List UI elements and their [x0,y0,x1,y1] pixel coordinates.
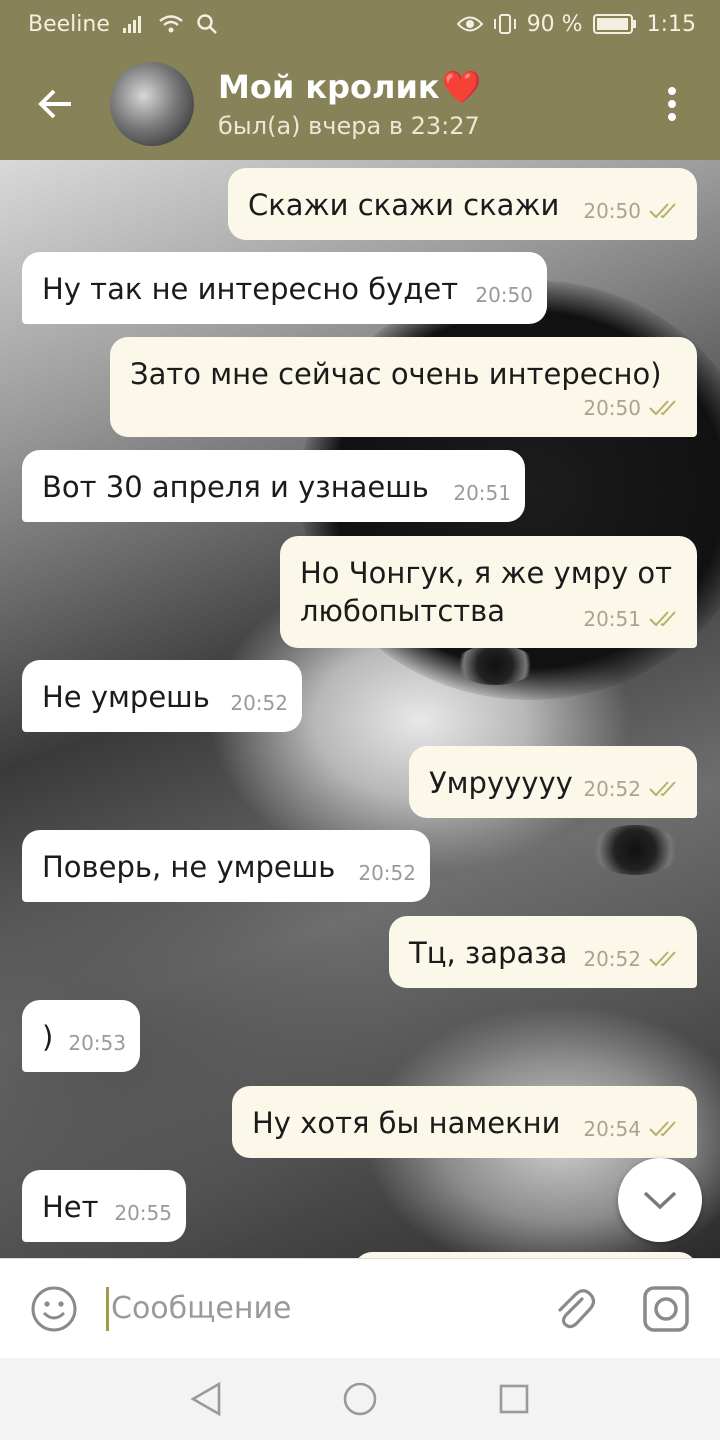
signal-icon [122,14,146,34]
carrier-label: Beeline [28,11,110,37]
paperclip-icon [558,1288,596,1328]
message-time: 20:52 [583,947,641,971]
nav-back-button[interactable] [184,1377,228,1421]
message-text: Зато мне сейчас очень интересно) [130,357,662,391]
message-text: Вот 30 апреля и узнаешь [42,470,429,504]
message-text: Ну так не интересно будет [42,272,459,306]
double-check-icon [649,1120,683,1138]
battery-icon [592,13,637,35]
battery-percent: 90 % [526,11,583,37]
eye-icon [456,15,483,33]
last-seen-status: был(а) вчера в 23:27 [218,112,480,140]
message-text-line: любопытства [300,594,506,628]
message-outgoing[interactable]: Зато мне сейчас очень интересно) 20:50 [110,337,697,437]
wallpaper-shape [590,825,680,875]
message-outgoing[interactable]: Умрууууу 20:52 [409,746,697,818]
nav-home-button[interactable] [338,1377,382,1421]
message-composer: Сообщение [0,1258,720,1358]
message-time: 20:54 [583,1117,641,1141]
message-text: Нет [42,1190,99,1224]
message-outgoing[interactable]: Скажи скажи скажи 20:50 [228,168,697,240]
scroll-to-bottom-button[interactable] [618,1158,702,1242]
chat-title-block[interactable]: Мой кролик ❤️ был(а) вчера в 23:27 [218,68,481,140]
message-incoming[interactable]: Вот 30 апреля и узнаешь 20:51 [22,450,525,522]
message-incoming[interactable]: Поверь, не умрешь 20:52 [22,830,430,902]
message-time: 20:50 [583,199,641,223]
arrow-left-icon [38,89,71,119]
message-time: 20:53 [68,1031,126,1055]
message-text: Скажи скажи скажи [248,188,560,222]
camera-button[interactable] [638,1281,694,1337]
message-incoming[interactable]: Нет 20:55 [22,1170,186,1242]
chevron-down-icon [643,1191,677,1210]
circle-home-icon [343,1382,377,1416]
more-options-button[interactable] [624,48,720,160]
chat-header: Мой кролик ❤️ был(а) вчера в 23:27 [0,48,720,160]
message-outgoing[interactable]: Тц, зараза 20:52 [389,916,697,988]
message-list[interactable]: Скажи скажи скажи 20:50 Ну так не интере… [0,160,720,1258]
nav-recents-button[interactable] [492,1377,536,1421]
message-time: 20:55 [114,1201,172,1225]
emoji-button[interactable] [26,1281,82,1337]
message-text: Не умрешь [42,680,210,714]
message-input[interactable]: Сообщение [106,1286,530,1331]
chat-name-text: Мой кролик [218,68,440,106]
message-text: Ну хотя бы намекни [252,1106,561,1140]
message-outgoing[interactable]: Но Чонгук, я же умру от любопытства 20:51 [280,536,697,648]
message-text: ) [42,1020,54,1054]
message-incoming[interactable]: Ну так не интересно будет 20:50 [22,252,547,324]
message-time: 20:51 [583,607,641,631]
message-text-line: Но Чонгук, я же умру от [300,556,673,590]
message-text: Тц, зараза [409,936,568,970]
wallpaper-shape [455,645,535,685]
message-outgoing[interactable]: Ну хотя бы намекни 20:54 [232,1086,697,1158]
double-check-icon [649,780,683,798]
wifi-icon [158,14,184,34]
back-button[interactable] [0,48,110,160]
heart-emoji: ❤️ [441,68,482,106]
status-bar: Beeline 90 % 1:15 [0,0,720,48]
message-time: 20:52 [583,777,641,801]
smiley-icon [31,1286,77,1331]
message-time: 20:51 [453,481,511,505]
square-recents-icon [499,1384,529,1414]
message-time: 20:50 [583,396,641,420]
message-text: Поверь, не умрешь [42,850,336,884]
more-vertical-icon [668,87,676,121]
double-check-icon [649,950,683,968]
message-time: 20:52 [358,861,416,885]
attach-button[interactable] [546,1281,602,1337]
message-time: 20:52 [230,691,288,715]
message-incoming[interactable]: ) 20:53 [22,1000,140,1072]
vibrate-icon [493,13,517,35]
system-navigation-bar [0,1358,720,1440]
double-check-icon [649,610,683,628]
message-text: Умрууууу [429,766,573,800]
avatar[interactable] [110,62,194,146]
double-check-icon [649,399,683,417]
search-icon [196,13,218,35]
message-time: 20:50 [475,283,533,307]
chat-name: Мой кролик ❤️ [218,68,481,106]
message-incoming[interactable]: Не умрешь 20:52 [22,660,302,732]
triangle-back-icon [190,1381,221,1417]
double-check-icon [649,202,683,220]
clock: 1:15 [646,11,696,37]
camera-icon [643,1285,689,1332]
